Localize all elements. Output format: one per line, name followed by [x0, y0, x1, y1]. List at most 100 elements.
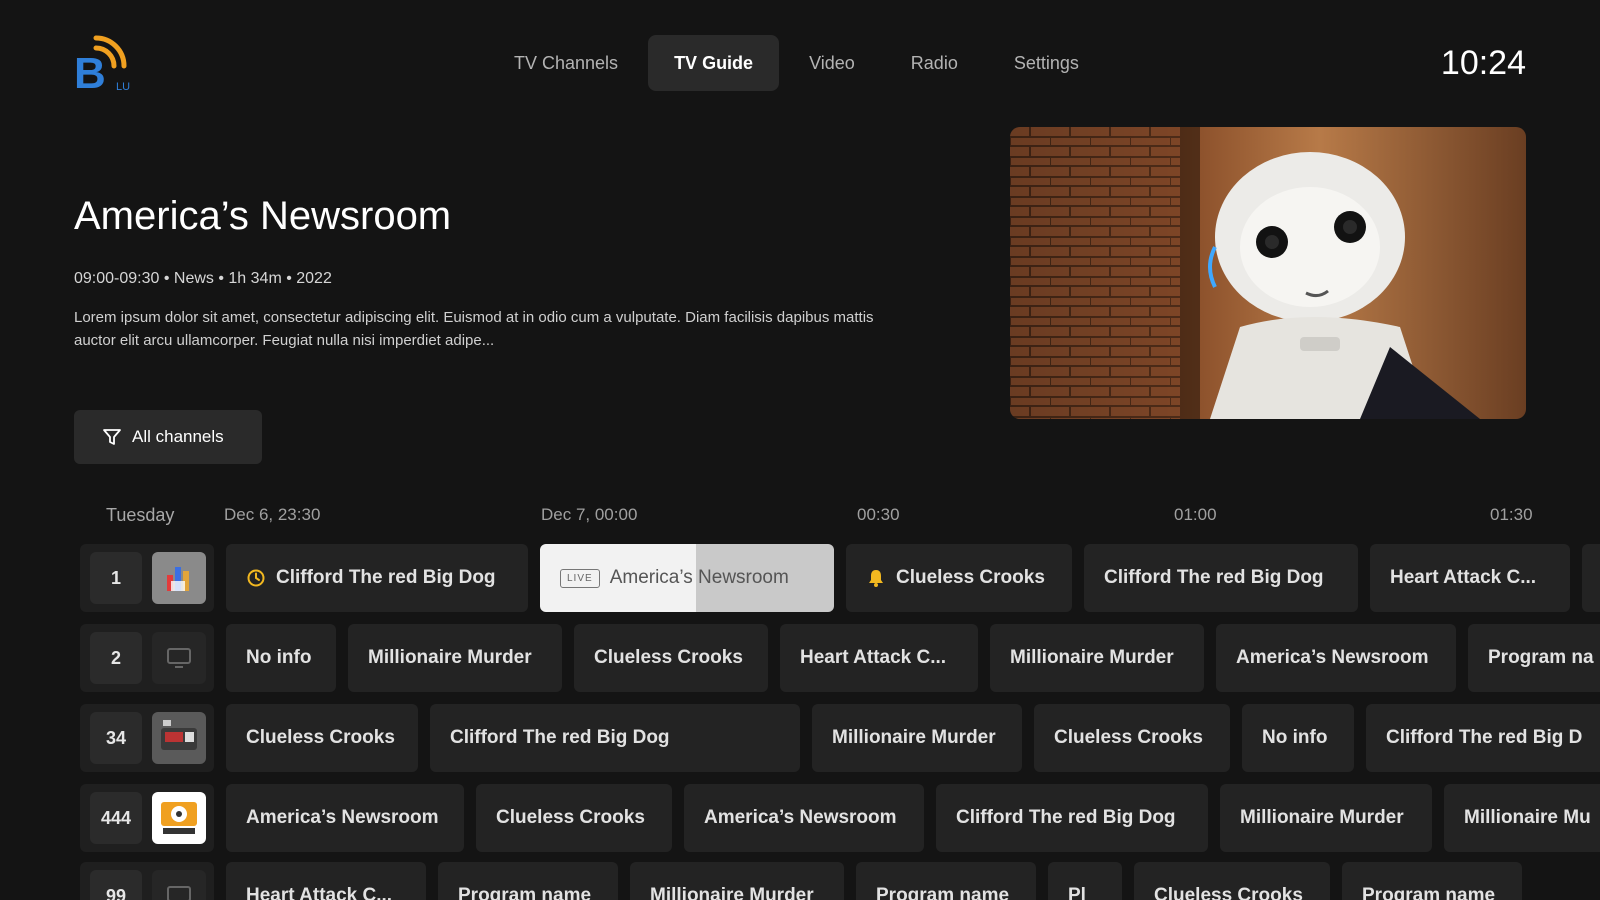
- program-cell[interactable]: America’s Newsroom: [226, 784, 464, 852]
- channel-number: 34: [90, 712, 142, 764]
- app-logo[interactable]: B LU: [74, 34, 138, 98]
- program-cell[interactable]: Clifford The red Big Dog: [936, 784, 1208, 852]
- channel-number: 444: [90, 792, 142, 844]
- program-cell[interactable]: No info: [226, 624, 336, 692]
- program-title: Clueless Crooks: [496, 807, 645, 828]
- main-nav: TV Channels TV Guide Video Radio Setting…: [488, 35, 1105, 91]
- all-channels-filter-button[interactable]: All channels: [74, 410, 262, 464]
- program-cell[interactable]: Clifford The red Big D: [1366, 704, 1600, 772]
- tab-tv-channels[interactable]: TV Channels: [488, 35, 644, 91]
- filter-label: All channels: [132, 427, 224, 446]
- channel-row: 1 Clifford The red Big Dog LIVE America’…: [80, 544, 1600, 612]
- program-title: Millionaire Murder: [1010, 647, 1174, 668]
- program-title: Heart Attack C...: [1390, 567, 1537, 588]
- channel-number: 1: [90, 552, 142, 604]
- tab-settings[interactable]: Settings: [988, 35, 1105, 91]
- program-title: America’s Newsroom: [246, 807, 439, 828]
- program-cell[interactable]: Millionaire Murder: [348, 624, 562, 692]
- channel-cell[interactable]: 34: [80, 704, 214, 772]
- program-cell[interactable]: Clueless Crooks: [1134, 862, 1330, 900]
- program-cell[interactable]: Clifford The red Big Dog: [1084, 544, 1358, 612]
- clock: 10:24: [1440, 44, 1526, 82]
- program-title: Millionaire Mu: [1464, 807, 1591, 828]
- channel-444-logo: [152, 792, 206, 844]
- tab-radio[interactable]: Radio: [885, 35, 984, 91]
- program-title: Millionaire Murder: [1240, 807, 1404, 828]
- program-title: Clifford The red Big Dog: [450, 727, 670, 748]
- program-title: Clueless Crooks: [246, 727, 395, 748]
- program-title: Program na: [1488, 647, 1594, 668]
- clock-icon: [246, 568, 266, 588]
- channel-cell[interactable]: 99: [80, 862, 214, 900]
- program-cell[interactable]: Millionaire Mu: [1444, 784, 1600, 852]
- program-cell[interactable]: [1582, 544, 1600, 612]
- filter-icon: [102, 427, 122, 447]
- channel-row: 34 Clueless Crooks Clifford The red Big …: [80, 704, 1600, 772]
- channel-cell[interactable]: 1: [80, 544, 214, 612]
- program-cell[interactable]: Clueless Crooks: [226, 704, 418, 772]
- program-title: No info: [1262, 727, 1328, 748]
- program-cell[interactable]: Program name: [438, 862, 618, 900]
- program-title: Millionaire Murder: [832, 727, 996, 748]
- program-cell[interactable]: Millionaire Murder: [630, 862, 844, 900]
- channel-number: 99: [90, 870, 142, 900]
- day-label: Tuesday: [106, 505, 175, 525]
- program-cell[interactable]: Clifford The red Big Dog: [430, 704, 800, 772]
- live-badge: LIVE: [560, 568, 600, 588]
- program-cell[interactable]: Program name: [856, 862, 1036, 900]
- monitor-icon: [152, 632, 206, 684]
- program-cell[interactable]: America’s Newsroom: [684, 784, 924, 852]
- program-cell[interactable]: America’s Newsroom: [1216, 624, 1456, 692]
- program-cell[interactable]: Millionaire Murder: [812, 704, 1022, 772]
- program-cell[interactable]: Heart Attack C...: [780, 624, 978, 692]
- time-slot-label: 01:30: [1490, 505, 1533, 524]
- channel-cell[interactable]: 2: [80, 624, 214, 692]
- channel-row: 2 No info Millionaire Murder Clueless Cr…: [80, 624, 1600, 692]
- program-cell[interactable]: Clifford The red Big Dog: [226, 544, 528, 612]
- bell-icon: [866, 568, 886, 588]
- channel-cell[interactable]: 444: [80, 784, 214, 852]
- program-title: Clueless Crooks: [1054, 727, 1203, 748]
- program-cell[interactable]: Millionaire Murder: [990, 624, 1204, 692]
- program-title: America’s Newsroom: [74, 194, 452, 238]
- program-cell[interactable]: No info: [1242, 704, 1354, 772]
- program-title: Clifford The red Big Dog: [956, 807, 1176, 828]
- program-cell[interactable]: Millionaire Murder: [1220, 784, 1432, 852]
- channel-1-logo: [152, 552, 206, 604]
- channel-row: 99 Heart Attack C... Program name Millio…: [80, 862, 1600, 900]
- time-slot-label: Dec 7, 00:00: [541, 505, 638, 524]
- program-cell[interactable]: Clueless Crooks: [1034, 704, 1230, 772]
- program-title: Program name: [1362, 885, 1496, 900]
- program-title: No info: [246, 647, 312, 668]
- program-title: Millionaire Murder: [650, 885, 814, 900]
- monitor-icon: [152, 870, 206, 900]
- tab-tv-guide[interactable]: TV Guide: [648, 35, 780, 91]
- logo-letter: B: [74, 49, 106, 92]
- program-cell[interactable]: Heart Attack C...: [226, 862, 426, 900]
- channel-34-logo: [152, 712, 206, 764]
- program-cell[interactable]: Program name: [1342, 862, 1522, 900]
- program-cell[interactable]: Pl: [1048, 862, 1122, 900]
- program-title: Program name: [876, 885, 1010, 900]
- logo-sub: LU: [116, 81, 130, 92]
- channel-row: 444 America’s Newsroom Clueless Crooks A…: [80, 784, 1600, 852]
- program-title: Clifford The red Big Dog: [1104, 567, 1324, 588]
- program-title: Program name: [458, 885, 592, 900]
- program-title: Heart Attack C...: [246, 885, 393, 900]
- program-cell[interactable]: Program na: [1468, 624, 1600, 692]
- program-title: Clueless Crooks: [1154, 885, 1303, 900]
- program-title: America’s Newsroom: [704, 807, 897, 828]
- tab-video[interactable]: Video: [783, 35, 881, 91]
- time-slot-label: 00:30: [857, 505, 900, 524]
- program-cell[interactable]: Clueless Crooks: [476, 784, 672, 852]
- program-cell-focused[interactable]: LIVE America’s Newsroom: [540, 544, 834, 612]
- program-title: Clueless Crooks: [896, 567, 1045, 588]
- program-cell[interactable]: Heart Attack C...: [1370, 544, 1570, 612]
- program-preview-image: [1010, 127, 1526, 419]
- program-title: America’s Newsroom: [609, 567, 789, 588]
- program-cell[interactable]: Clueless Crooks: [574, 624, 768, 692]
- program-meta: 09:00-09:30 • News • 1h 34m • 2022: [74, 270, 332, 287]
- program-title: America’s Newsroom: [1236, 647, 1429, 668]
- program-cell[interactable]: Clueless Crooks: [846, 544, 1072, 612]
- program-title: Millionaire Murder: [368, 647, 532, 668]
